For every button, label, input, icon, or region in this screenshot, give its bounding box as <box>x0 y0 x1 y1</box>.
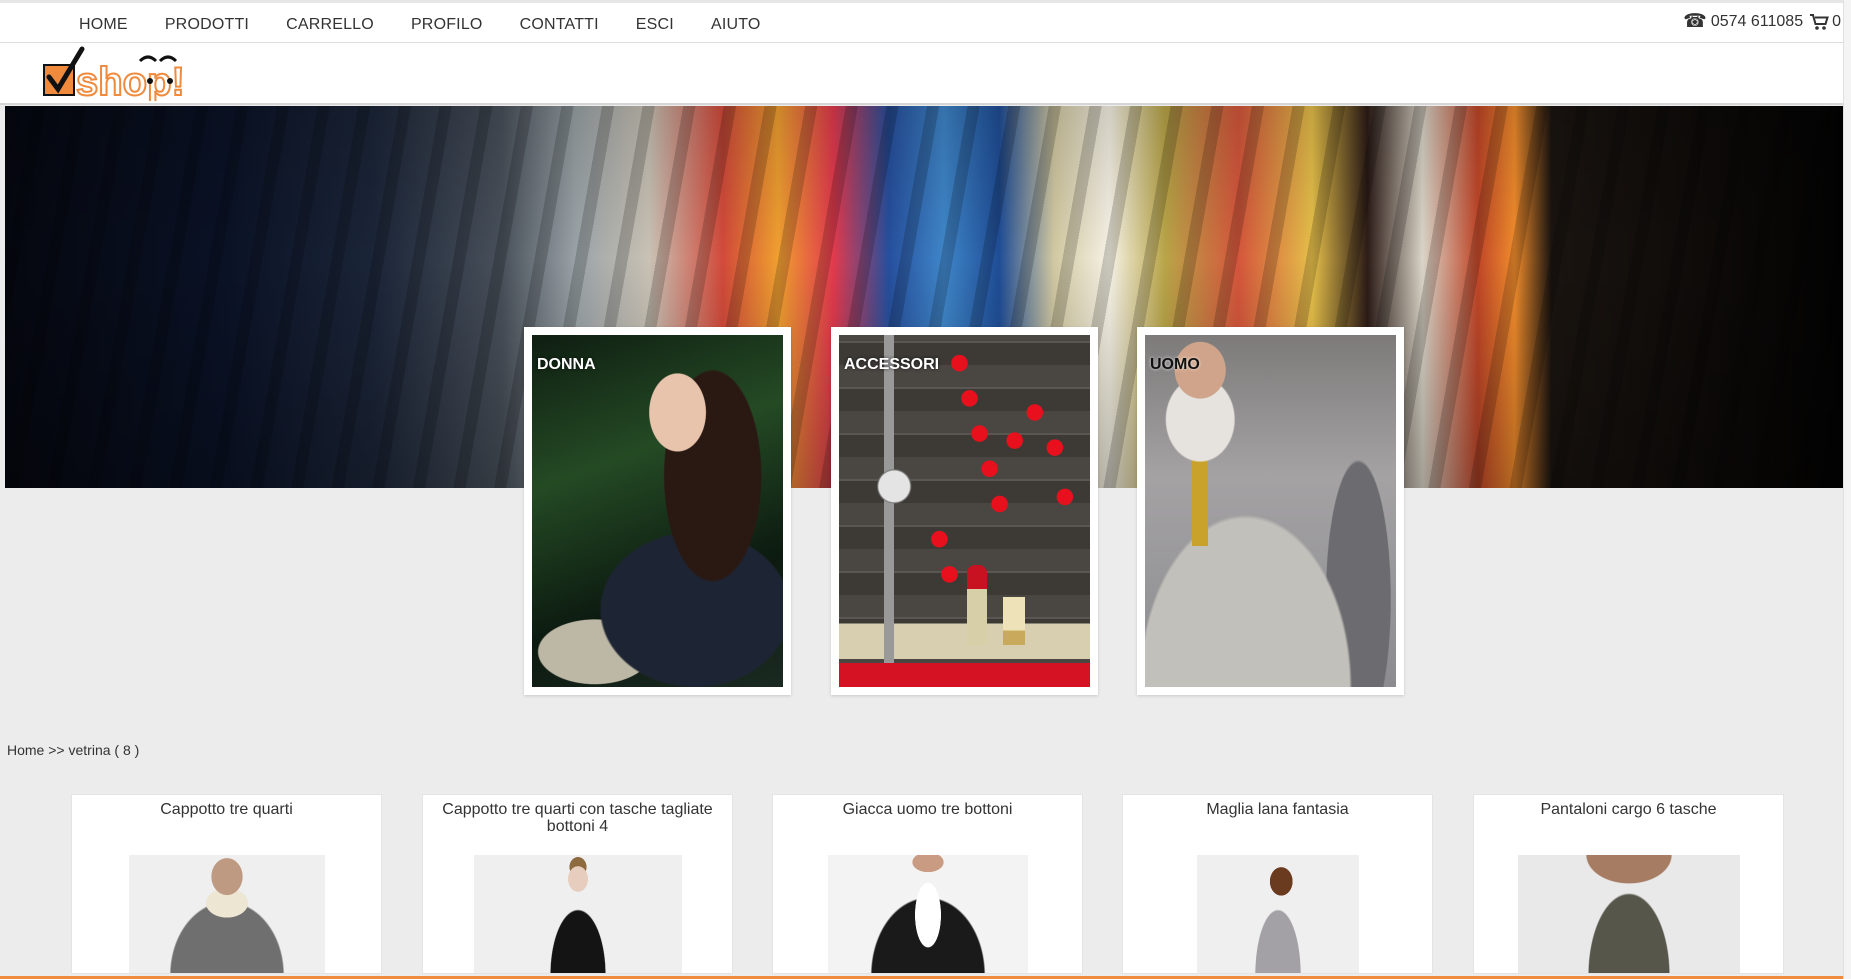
product-card[interactable]: Cappotto tre quarti con tasche tagliate … <box>422 794 733 974</box>
category-label-donna: DONNA <box>537 356 596 373</box>
product-card[interactable]: Pantaloni cargo 6 tasche <box>1473 794 1784 974</box>
lipstick-shape <box>967 565 987 645</box>
breadcrumb-current: vetrina ( 8 ) <box>68 742 140 758</box>
phone-icon: ☎ <box>1683 11 1707 32</box>
product-card[interactable]: Giacca uomo tre bottoni <box>772 794 1083 974</box>
fabric-shape <box>839 657 1090 687</box>
product-image[interactable] <box>473 855 682 973</box>
category-card-donna[interactable]: DONNA <box>524 327 791 695</box>
scrollbar[interactable] <box>1843 0 1851 979</box>
cart-count[interactable]: 0 <box>1832 13 1841 31</box>
product-title[interactable]: Cappotto tre quarti con tasche tagliate … <box>437 801 718 841</box>
category-image-uomo: UOMO <box>1145 335 1396 687</box>
category-card-uomo[interactable]: UOMO <box>1137 327 1404 695</box>
main-nav: HOME PRODOTTI CARRELLO PROFILO CONTATTI … <box>79 16 761 34</box>
product-title[interactable]: Pantaloni cargo 6 tasche <box>1488 801 1769 841</box>
product-image[interactable] <box>1196 855 1359 973</box>
product-title[interactable]: Giacca uomo tre bottoni <box>787 801 1068 841</box>
category-label-uomo: UOMO <box>1150 356 1200 373</box>
product-title[interactable]: Maglia lana fantasia <box>1137 801 1418 841</box>
category-image-accessori: ACCESSORI <box>839 335 1090 687</box>
category-card-accessori[interactable]: ACCESSORI <box>831 327 1098 695</box>
bottle-shape <box>1003 597 1025 645</box>
product-image[interactable] <box>128 855 325 973</box>
contact-area: ☎ 0574 611085 0 <box>1683 12 1841 31</box>
phone-number: 0574 611085 <box>1710 12 1804 30</box>
breadcrumb-home[interactable]: Home <box>7 742 44 758</box>
nav-contatti[interactable]: CONTATTI <box>520 16 599 34</box>
nav-profilo[interactable]: PROFILO <box>411 16 483 34</box>
nav-home[interactable]: HOME <box>79 16 128 34</box>
product-card[interactable]: Maglia lana fantasia <box>1122 794 1433 974</box>
product-image[interactable] <box>827 855 1028 973</box>
product-card[interactable]: Cappotto tre quarti <box>71 794 382 974</box>
top-navbar: HOME PRODOTTI CARRELLO PROFILO CONTATTI … <box>0 0 1851 43</box>
category-label-accessori: ACCESSORI <box>844 356 940 373</box>
shop-logo[interactable]: shop! <box>40 45 240 101</box>
breadcrumb-separator: >> <box>48 742 65 758</box>
nav-carrello[interactable]: CARRELLO <box>286 16 374 34</box>
breadcrumb: Home >> vetrina ( 8 ) <box>7 742 139 758</box>
category-image-donna: DONNA <box>532 335 783 687</box>
nav-aiuto[interactable]: AIUTO <box>711 16 761 34</box>
product-title[interactable]: Cappotto tre quarti <box>86 801 367 841</box>
nav-prodotti[interactable]: PRODOTTI <box>165 16 249 34</box>
nav-esci[interactable]: ESCI <box>636 16 674 34</box>
product-image[interactable] <box>1517 855 1740 973</box>
logo-bar: shop! <box>0 43 1851 105</box>
cart-icon[interactable] <box>1809 13 1829 31</box>
